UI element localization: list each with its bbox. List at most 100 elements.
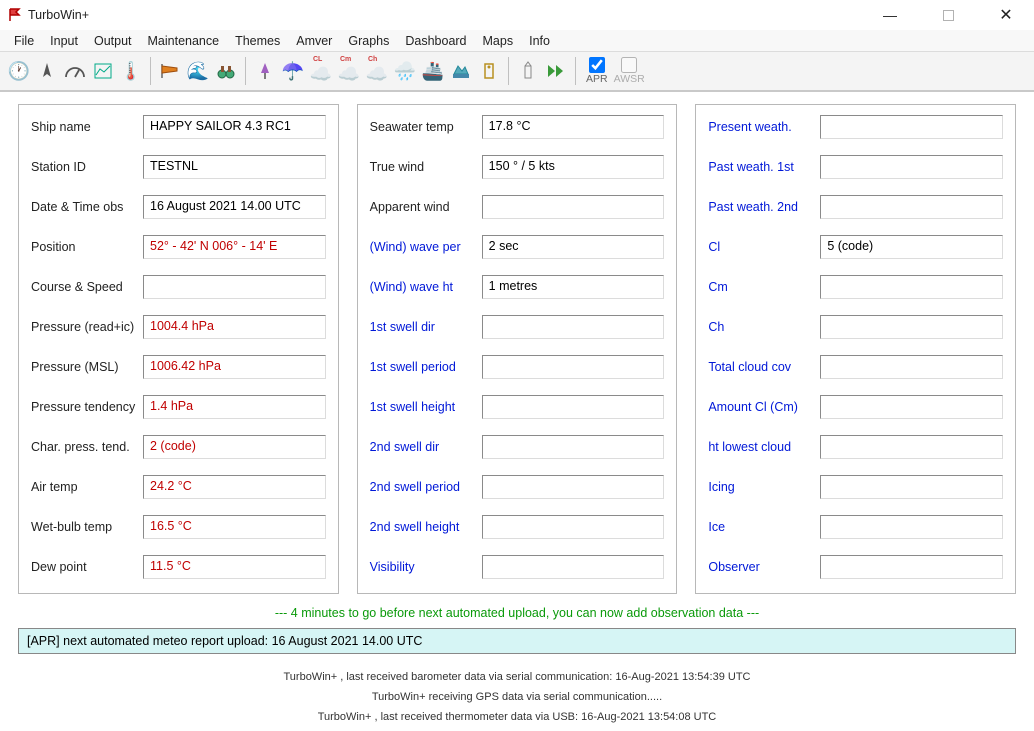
field-value[interactable]: 1.4 hPa [143, 395, 326, 419]
iceberg-icon[interactable] [448, 58, 474, 84]
ship-icon[interactable]: 🚢 [420, 58, 446, 84]
field-value[interactable] [820, 355, 1003, 379]
field-label[interactable]: Observer [708, 560, 820, 574]
field-row: Pressure (read+ic)1004.4 hPa [31, 315, 326, 339]
cloud-cl-icon[interactable]: CL☁️ [308, 58, 334, 84]
rain-cloud-icon[interactable]: 🌧️ [392, 58, 418, 84]
field-value[interactable] [482, 395, 665, 419]
field-value[interactable]: 2 sec [482, 235, 665, 259]
awsr-checkbox[interactable]: AWSR [614, 57, 645, 85]
lighthouse-icon[interactable] [515, 58, 541, 84]
field-label[interactable]: Icing [708, 480, 820, 494]
field-label[interactable]: 2nd swell dir [370, 440, 482, 454]
binoculars-icon[interactable] [213, 58, 239, 84]
clock-icon[interactable]: 🕐 [6, 58, 32, 84]
menu-graphs[interactable]: Graphs [342, 32, 395, 50]
field-label[interactable]: Amount Cl (Cm) [708, 400, 820, 414]
field-value[interactable]: 1006.42 hPa [143, 355, 326, 379]
close-button[interactable]: ✕ [986, 1, 1026, 29]
menu-file[interactable]: File [8, 32, 40, 50]
field-value[interactable]: 1004.4 hPa [143, 315, 326, 339]
field-value[interactable] [820, 115, 1003, 139]
field-value[interactable] [482, 435, 665, 459]
wave-icon[interactable]: 🌊 [185, 58, 211, 84]
field-label: Dew point [31, 560, 143, 574]
field-value[interactable] [482, 555, 665, 579]
menu-maintenance[interactable]: Maintenance [142, 32, 226, 50]
field-value[interactable]: 11.5 °C [143, 555, 326, 579]
awsr-label: AWSR [614, 73, 645, 85]
toolbar-separator [508, 57, 509, 85]
field-value[interactable] [482, 475, 665, 499]
field-value[interactable] [820, 195, 1003, 219]
apr-check-input[interactable] [589, 57, 605, 73]
field-value[interactable] [482, 195, 665, 219]
field-label[interactable]: 2nd swell period [370, 480, 482, 494]
field-value[interactable] [820, 515, 1003, 539]
awsr-check-input[interactable] [621, 57, 637, 73]
umbrella-open-icon[interactable]: ☂️ [280, 58, 306, 84]
field-label[interactable]: Ch [708, 320, 820, 334]
field-label[interactable]: Present weath. [708, 120, 820, 134]
field-label: Date & Time obs [31, 200, 143, 214]
field-row: Observer [708, 555, 1003, 579]
field-label[interactable]: (Wind) wave ht [370, 280, 482, 294]
field-value[interactable] [820, 275, 1003, 299]
field-value[interactable]: 24.2 °C [143, 475, 326, 499]
field-value[interactable]: 16.5 °C [143, 515, 326, 539]
field-label[interactable]: Total cloud cov [708, 360, 820, 374]
field-label[interactable]: Visibility [370, 560, 482, 574]
field-value[interactable]: 17.8 °C [482, 115, 665, 139]
field-value[interactable]: 16 August 2021 14.00 UTC [143, 195, 326, 219]
apr-checkbox[interactable]: APR [586, 57, 608, 85]
field-value[interactable]: 1 metres [482, 275, 665, 299]
menu-dashboard[interactable]: Dashboard [399, 32, 472, 50]
field-value[interactable] [482, 355, 665, 379]
field-value[interactable] [143, 275, 326, 299]
field-label[interactable]: Past weath. 2nd [708, 200, 820, 214]
field-value[interactable] [820, 155, 1003, 179]
field-value[interactable]: 2 (code) [143, 435, 326, 459]
field-label[interactable]: Cl [708, 240, 820, 254]
field-label[interactable]: ht lowest cloud [708, 440, 820, 454]
tag-icon[interactable] [476, 58, 502, 84]
chart-icon[interactable] [90, 58, 116, 84]
umbrella-closed-icon[interactable] [252, 58, 278, 84]
field-row: Pressure tendency1.4 hPa [31, 395, 326, 419]
field-value[interactable]: 150 ° / 5 kts [482, 155, 665, 179]
maximize-button[interactable] [928, 10, 968, 21]
cloud-cm-icon[interactable]: Cm☁️ [336, 58, 362, 84]
field-value[interactable] [820, 315, 1003, 339]
field-label[interactable]: 2nd swell height [370, 520, 482, 534]
field-value[interactable] [482, 315, 665, 339]
menu-input[interactable]: Input [44, 32, 84, 50]
menu-maps[interactable]: Maps [477, 32, 520, 50]
field-label[interactable]: 1st swell period [370, 360, 482, 374]
field-label[interactable]: Past weath. 1st [708, 160, 820, 174]
field-value[interactable] [820, 435, 1003, 459]
field-label[interactable]: Cm [708, 280, 820, 294]
field-value[interactable]: TESTNL [143, 155, 326, 179]
field-value[interactable]: 52° - 42' N 006° - 14' E [143, 235, 326, 259]
windsock-icon[interactable] [157, 58, 183, 84]
field-label[interactable]: (Wind) wave per [370, 240, 482, 254]
field-value[interactable] [820, 475, 1003, 499]
field-value[interactable] [820, 555, 1003, 579]
menu-output[interactable]: Output [88, 32, 138, 50]
field-value[interactable]: 5 (code) [820, 235, 1003, 259]
field-value[interactable] [820, 395, 1003, 419]
field-label[interactable]: Ice [708, 520, 820, 534]
field-label[interactable]: 1st swell height [370, 400, 482, 414]
menu-themes[interactable]: Themes [229, 32, 286, 50]
gauge-icon[interactable] [62, 58, 88, 84]
field-label[interactable]: 1st swell dir [370, 320, 482, 334]
field-value[interactable]: HAPPY SAILOR 4.3 RC1 [143, 115, 326, 139]
menu-amver[interactable]: Amver [290, 32, 338, 50]
field-value[interactable] [482, 515, 665, 539]
compass-icon[interactable] [34, 58, 60, 84]
menu-info[interactable]: Info [523, 32, 556, 50]
thermometer-icon[interactable]: 🌡️ [118, 58, 144, 84]
forward-icon[interactable] [543, 58, 569, 84]
cloud-ch-icon[interactable]: Ch☁️ [364, 58, 390, 84]
minimize-button[interactable]: — [870, 1, 910, 29]
